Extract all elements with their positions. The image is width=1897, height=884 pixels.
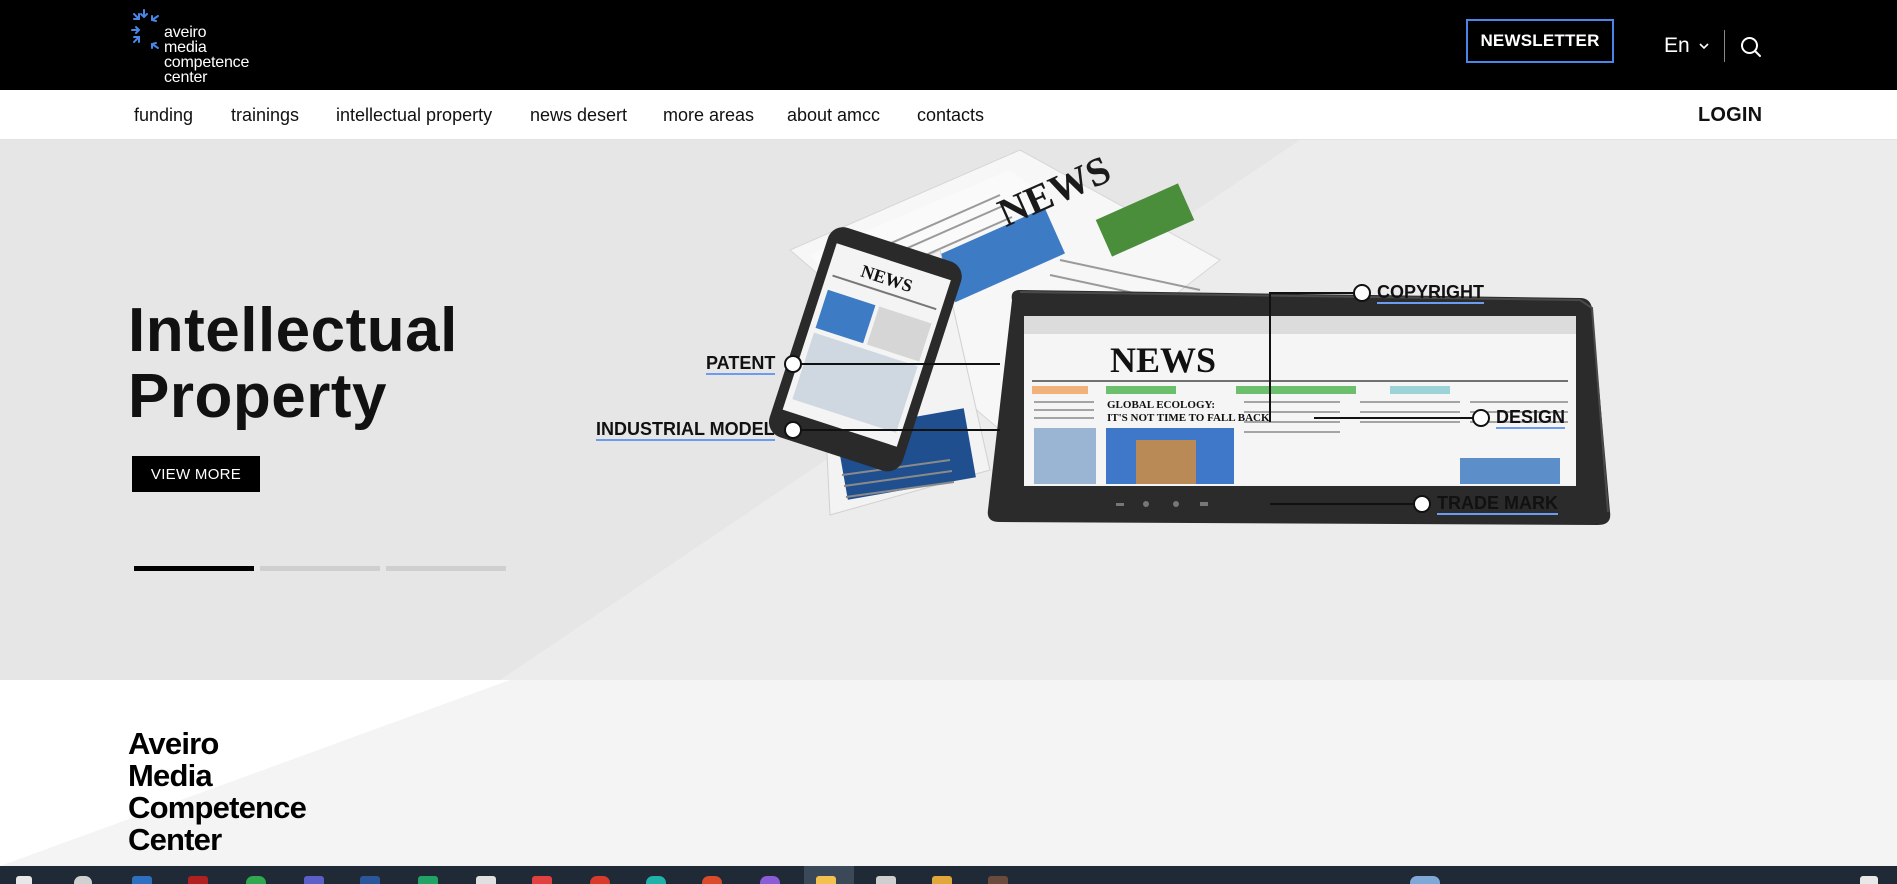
app-icon-purple[interactable] xyxy=(760,876,780,884)
slide-indicator-1[interactable] xyxy=(134,566,254,571)
hero-title-line: Property xyxy=(128,362,387,431)
app-icon-coral[interactable] xyxy=(702,876,722,884)
callout-industrial-model[interactable]: INDUSTRIAL MODEL xyxy=(596,419,775,441)
outlook-icon[interactable] xyxy=(132,876,152,884)
tablet-subhead-1: GLOBAL ECOLOGY: xyxy=(1107,399,1215,411)
view-more-button[interactable]: VIEW MORE xyxy=(132,456,260,492)
slide-indicator-3[interactable] xyxy=(386,566,506,571)
hero-title: Intellectual Property xyxy=(128,298,458,430)
news-devices-illustration: NEWS NEWS NEWS GLOBAL ECOLOGY: IT'S NOT … xyxy=(768,146,1611,525)
logo-wordmark: aveiro media competence center xyxy=(164,24,250,86)
about-title: Aveiro Media Competence Center xyxy=(128,726,307,857)
slide-indicator-2[interactable] xyxy=(260,566,380,571)
callout-design[interactable]: DESIGN xyxy=(1496,407,1566,429)
tablet-headline: NEWS xyxy=(1110,340,1216,380)
logo-line: center xyxy=(164,69,208,86)
about-title-line: Competence xyxy=(128,790,307,825)
newsletter-button[interactable]: NEWSLETTER xyxy=(1466,19,1614,63)
chevron-down-icon xyxy=(1699,43,1709,50)
nav-item-intellectual-property[interactable]: intellectual property xyxy=(336,105,492,126)
search-icon[interactable] xyxy=(1740,36,1762,58)
logo-line: aveiro xyxy=(164,24,207,41)
language-label: En xyxy=(1664,34,1690,57)
app-icon-gray[interactable] xyxy=(876,876,896,884)
chrome-icon[interactable] xyxy=(246,876,266,884)
arrows-converging-icon xyxy=(131,9,159,49)
callout-trade-mark[interactable]: TRADE MARK xyxy=(1437,493,1558,515)
main-navigation: funding trainings intellectual property … xyxy=(0,90,1897,140)
header-divider xyxy=(1724,30,1725,62)
top-header: aveiro media competence center NEWSLETTE… xyxy=(0,0,1897,90)
app-icon-teal[interactable] xyxy=(646,876,666,884)
search-taskbar-icon[interactable] xyxy=(74,876,92,884)
language-selector[interactable]: En xyxy=(1664,34,1710,58)
nav-item-funding[interactable]: funding xyxy=(134,105,193,126)
callout-patent[interactable]: PATENT xyxy=(706,353,776,375)
teams-icon[interactable] xyxy=(304,876,324,884)
nav-item-contacts[interactable]: contacts xyxy=(917,105,984,126)
logo-line: competence xyxy=(164,54,250,71)
weather-icon[interactable] xyxy=(1410,876,1440,884)
hero-title-line: Intellectual xyxy=(128,296,458,365)
nav-item-news-desert[interactable]: news desert xyxy=(530,105,627,126)
about-title-line: Media xyxy=(128,758,213,793)
about-section: Aveiro Media Competence Center xyxy=(0,680,1897,866)
folder-icon[interactable] xyxy=(932,876,952,884)
amcc-logo[interactable]: aveiro media competence center xyxy=(130,8,280,86)
callout-copyright[interactable]: COPYRIGHT xyxy=(1377,282,1485,304)
nav-item-trainings[interactable]: trainings xyxy=(231,105,299,126)
notepad-icon[interactable] xyxy=(476,876,496,884)
os-taskbar xyxy=(0,866,1897,884)
notifications-icon[interactable] xyxy=(1860,876,1878,884)
app-icon-orange[interactable] xyxy=(590,876,610,884)
file-explorer-icon[interactable] xyxy=(816,876,836,884)
word-icon[interactable] xyxy=(360,876,380,884)
logo-line: media xyxy=(164,39,207,56)
about-title-line: Center xyxy=(128,822,222,857)
hero-slider: Intellectual Property VIEW MORE NEWS NEW… xyxy=(0,140,1897,680)
nav-item-about-amcc[interactable]: about amcc xyxy=(787,105,880,126)
about-title-line: Aveiro xyxy=(128,726,219,761)
nav-item-more-areas[interactable]: more areas xyxy=(663,105,754,126)
excel-icon[interactable] xyxy=(418,876,438,884)
app-icon-brown[interactable] xyxy=(988,876,1008,884)
acrobat-icon[interactable] xyxy=(188,876,208,884)
app-icon-red[interactable] xyxy=(532,876,552,884)
start-icon[interactable] xyxy=(16,876,32,884)
login-link[interactable]: LOGIN xyxy=(1698,104,1762,127)
